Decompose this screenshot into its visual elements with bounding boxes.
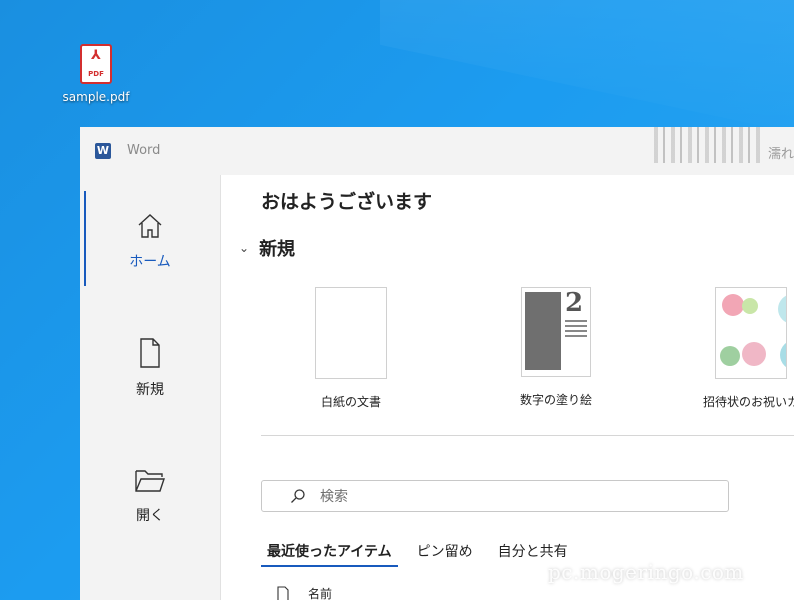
pdf-file-icon: ⅄ PDF — [80, 44, 112, 84]
site-watermark: pc.mogeringo.com — [548, 560, 744, 584]
desktop-icon-label: sample.pdf — [62, 90, 130, 104]
main-content: おはようございます ⌄ 新規 白紙の文書 ​ 2 数字の塗り絵 — [220, 175, 794, 600]
title-bar-right-text: 濡れ — [767, 147, 794, 162]
desktop-file-sample-pdf[interactable]: ⅄ PDF sample.pdf — [60, 44, 132, 104]
file-type-icon — [277, 585, 289, 600]
document-tabs: 最近使ったアイテム ピン留め 自分と共有 — [261, 541, 587, 567]
template-invitation-card[interactable]: 招待状のお祝いカ — [681, 287, 794, 410]
acrobat-symbol-icon: ⅄ — [91, 48, 101, 63]
search-input[interactable]: 検索 — [320, 486, 348, 506]
template-blank-document[interactable]: 白紙の文書 — [281, 287, 421, 410]
home-icon — [138, 214, 162, 238]
sidebar-item-label: 新規 — [136, 382, 164, 398]
open-folder-icon — [135, 470, 165, 492]
chevron-down-icon: ⌄ — [239, 241, 250, 255]
template-label: 招待状のお祝いカ — [702, 395, 794, 409]
sidebar-item-label: 開く — [136, 508, 164, 524]
tab-recent[interactable]: 最近使ったアイテム — [261, 541, 398, 567]
template-thumbnail — [315, 287, 387, 379]
search-icon — [291, 489, 305, 503]
tab-pinned[interactable]: ピン留め — [411, 541, 479, 567]
sidebar-item-new[interactable]: 新規 — [80, 337, 220, 399]
word-window: W Word 濡れ ホーム 新規 開く おはようございます ⌄ 新規 白紙の文書… — [80, 127, 794, 600]
word-logo-icon: W — [95, 143, 111, 159]
sidebar-item-label: ホーム — [129, 254, 171, 270]
title-bar-decoration — [654, 127, 764, 163]
template-thumbnail: ​ 2 — [521, 287, 591, 377]
template-label: 数字の塗り絵 — [519, 393, 592, 407]
file-list-header: 名前 — [276, 585, 332, 600]
section-divider — [261, 435, 794, 436]
new-section-toggle[interactable]: ⌄ 新規 — [239, 235, 295, 261]
sidebar-item-open[interactable]: 開く — [80, 467, 220, 525]
pdf-file-tag: PDF — [88, 70, 104, 78]
sidebar-item-home[interactable]: ホーム — [80, 211, 220, 271]
template-thumbnail — [715, 287, 787, 379]
search-box[interactable]: 検索 — [261, 480, 729, 512]
app-name: Word — [127, 143, 161, 158]
new-section-title: 新規 — [259, 239, 296, 260]
sidebar: ホーム 新規 開く — [80, 175, 220, 600]
greeting-heading: おはようございます — [261, 191, 433, 213]
column-header-name[interactable]: 名前 — [308, 585, 332, 600]
number-two-graphic: 2 — [565, 288, 584, 318]
new-document-icon — [140, 338, 160, 368]
template-number-coloring[interactable]: ​ 2 数字の塗り絵 — [486, 287, 626, 408]
title-bar: W Word 濡れ — [80, 127, 794, 175]
template-label: 白紙の文書 — [320, 395, 381, 409]
